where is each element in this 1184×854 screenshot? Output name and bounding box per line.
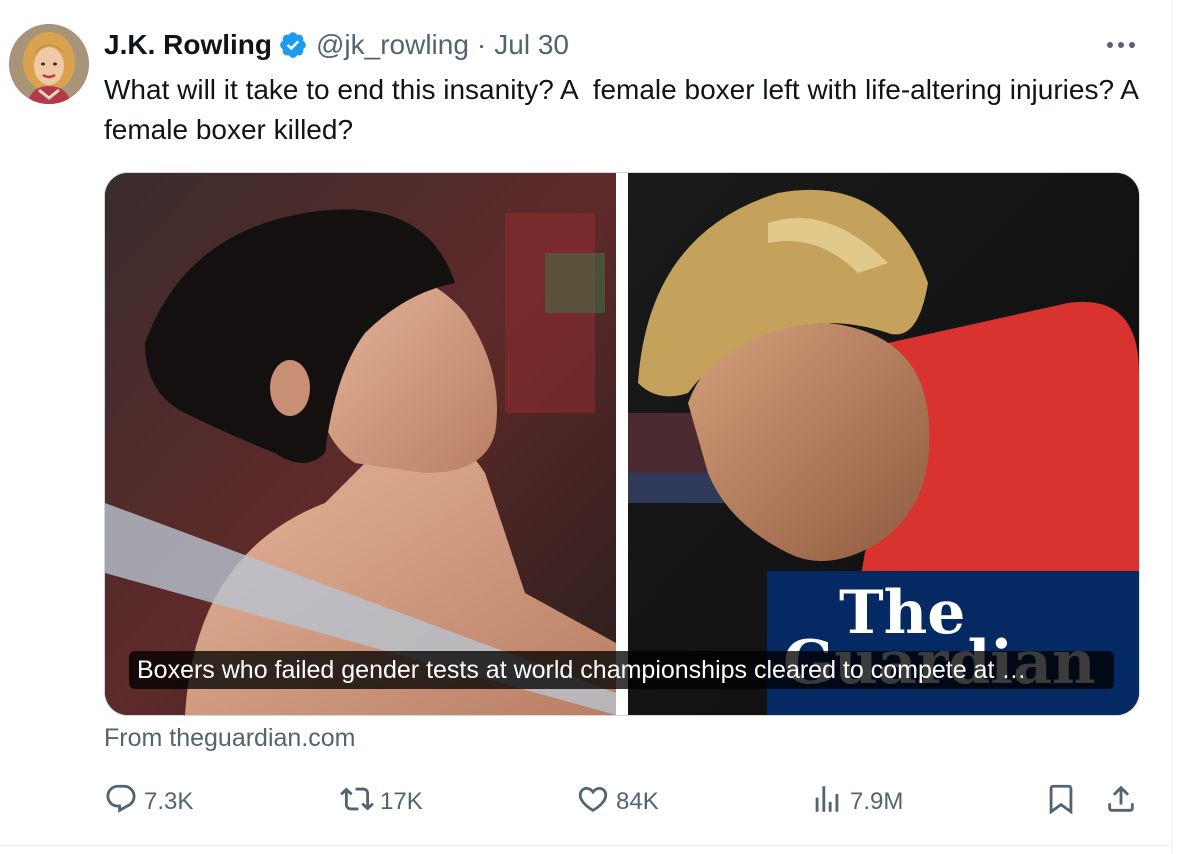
like-count: 84K — [616, 788, 659, 815]
photo-divider — [616, 173, 628, 715]
repost-button[interactable]: 17K — [340, 782, 423, 822]
share-button[interactable] — [1104, 782, 1138, 822]
reply-count: 7.3K — [144, 788, 194, 815]
reply-icon — [104, 782, 138, 823]
boxer-photo-left — [105, 173, 616, 715]
guardian-logo: The Guardian — [767, 571, 1139, 715]
link-card[interactable]: The Guardian Boxers who failed gender te… — [104, 172, 1140, 716]
tweet-date[interactable]: Jul 30 — [494, 29, 569, 61]
more-icon[interactable] — [1100, 28, 1142, 62]
views-icon — [810, 782, 844, 823]
header-separator: · — [476, 29, 487, 60]
author-handle[interactable]: @jk_rowling — [316, 29, 469, 61]
verified-badge-icon[interactable] — [278, 30, 308, 60]
tweet-actions: 7.3K 17K 84K 7.9M — [104, 782, 1144, 822]
bookmark-icon — [1044, 782, 1078, 823]
tweet-header: J.K. Rowling @jk_rowling · Jul 30 — [104, 26, 569, 64]
bookmark-button[interactable] — [1044, 782, 1078, 822]
author-name[interactable]: J.K. Rowling — [104, 29, 272, 61]
repost-count: 17K — [380, 788, 423, 815]
card-source[interactable]: From theguardian.com — [104, 724, 356, 753]
timeline-right-border — [1171, 0, 1172, 854]
like-icon — [576, 782, 610, 823]
views-count: 7.9M — [850, 788, 904, 815]
author-avatar[interactable] — [9, 24, 89, 104]
card-caption[interactable]: Boxers who failed gender tests at world … — [129, 651, 1114, 689]
tweet-text: What will it take to end this insanity? … — [104, 74, 1146, 145]
repost-icon — [340, 782, 374, 823]
tweet-bottom-border — [0, 845, 1172, 846]
share-icon — [1104, 782, 1138, 823]
views-button[interactable]: 7.9M — [810, 782, 903, 822]
like-button[interactable]: 84K — [576, 782, 659, 822]
reply-button[interactable]: 7.3K — [104, 782, 193, 822]
